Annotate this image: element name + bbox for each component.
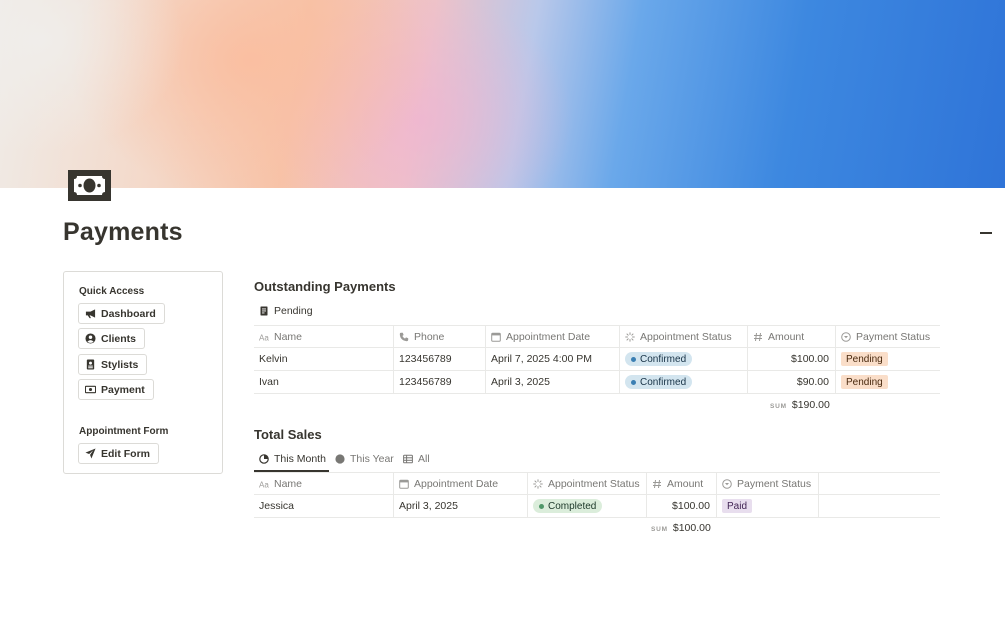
cell-payment-status[interactable]: Pending [835, 371, 940, 393]
dashboard-button[interactable]: Dashboard [78, 303, 165, 324]
megaphone-icon [85, 309, 96, 319]
clients-button[interactable]: Clients [78, 328, 146, 349]
table-row[interactable]: Jessica April 3, 2025 Completed $100.00 … [254, 495, 940, 518]
status-icon [533, 479, 543, 489]
status-badge: Confirmed [625, 375, 693, 389]
paper-plane-icon [85, 448, 96, 459]
cell-payment-status[interactable]: Pending [835, 348, 940, 370]
clients-label: Clients [101, 332, 137, 345]
tab-all[interactable]: All [403, 453, 430, 465]
tab-this-year[interactable]: This Year [335, 453, 394, 465]
money-bill-icon [85, 385, 96, 394]
cell-amount[interactable]: $100.00 [646, 495, 716, 517]
svg-text:Aa: Aa [259, 334, 269, 343]
column-header-amount[interactable]: Amount [646, 473, 716, 495]
quick-access-heading: Quick Access [79, 286, 145, 297]
minus-icon [980, 232, 992, 234]
user-circle-icon [85, 333, 96, 344]
calendar-icon [491, 332, 501, 342]
cell-name[interactable]: Kelvin [254, 348, 393, 370]
status-badge: Confirmed [625, 352, 693, 366]
table-header-row: Aa Name Phone Appointment Date Appointme… [254, 325, 940, 348]
edit-form-button[interactable]: Edit Form [78, 443, 159, 464]
status-icon [625, 332, 635, 342]
tab-all-label: All [418, 453, 430, 465]
dashboard-label: Dashboard [101, 307, 156, 320]
tab-pending[interactable]: Pending [259, 305, 313, 317]
stylists-label: Stylists [101, 358, 139, 371]
table-header-row: Aa Name Appointment Date Appointment Sta… [254, 472, 940, 495]
column-header-name[interactable]: Aa Name [254, 326, 393, 348]
cell-appointment-date[interactable]: April 3, 2025 [485, 371, 619, 393]
phone-icon [399, 332, 409, 342]
status-badge: Completed [533, 499, 603, 513]
column-header-appointment-status[interactable]: Appointment Status [527, 473, 646, 495]
pie-chart-icon [259, 454, 269, 464]
column-header-payment-status[interactable]: Payment Status [716, 473, 818, 495]
page-title: Payments [63, 218, 183, 246]
edit-form-label: Edit Form [101, 447, 150, 460]
payment-label: Payment [101, 383, 145, 396]
outstanding-payments-title: Outstanding Payments [254, 279, 396, 294]
column-header-appointment-date[interactable]: Appointment Date [393, 473, 527, 495]
cell-payment-status[interactable]: Paid [716, 495, 818, 517]
number-property-icon [754, 332, 762, 342]
appointment-form-heading: Appointment Form [79, 426, 169, 437]
text-property-icon: Aa [259, 334, 269, 343]
column-header-appointment-date[interactable]: Appointment Date [485, 326, 619, 348]
sum-label: SUM [651, 526, 668, 533]
quick-access-panel: Quick Access Dashboard Clients Stylists … [63, 271, 223, 474]
cell-amount[interactable]: $90.00 [747, 371, 835, 393]
number-property-icon [653, 479, 661, 489]
select-property-icon [841, 332, 851, 342]
sum-value: $190.00 [791, 399, 830, 411]
cell-name[interactable]: Ivan [254, 371, 393, 393]
payment-button[interactable]: Payment [78, 379, 154, 400]
svg-text:Aa: Aa [259, 481, 269, 490]
calendar-icon [399, 479, 409, 489]
id-badge-icon [86, 359, 95, 370]
sum-value: $100.00 [672, 522, 711, 534]
column-header-name[interactable]: Aa Name [254, 473, 393, 495]
column-header-amount[interactable]: Amount [747, 326, 835, 348]
cover-image [0, 0, 1005, 188]
column-header-empty [818, 473, 940, 495]
column-header-phone[interactable]: Phone [393, 326, 485, 348]
cell-appointment-status[interactable]: Confirmed [619, 371, 747, 393]
table-row[interactable]: Kelvin 123456789 April 7, 2025 4:00 PM C… [254, 348, 940, 371]
sum-label: SUM [770, 403, 787, 410]
outstanding-sum[interactable]: SUM $190.00 [770, 399, 830, 411]
payment-status-badge: Pending [841, 352, 888, 366]
payment-status-badge: Pending [841, 375, 888, 389]
cell-phone[interactable]: 123456789 [393, 348, 485, 370]
stylists-button[interactable]: Stylists [78, 354, 148, 375]
sales-sum[interactable]: SUM $100.00 [651, 522, 711, 534]
money-bill-icon[interactable] [68, 170, 111, 201]
cell-amount[interactable]: $100.00 [747, 348, 835, 370]
text-property-icon: Aa [259, 481, 269, 490]
column-header-appointment-status[interactable]: Appointment Status [619, 326, 747, 348]
circle-icon [335, 454, 345, 464]
cell-appointment-date[interactable]: April 7, 2025 4:00 PM [485, 348, 619, 370]
select-property-icon [722, 479, 732, 489]
cell-name[interactable]: Jessica [254, 495, 393, 517]
table-icon [403, 454, 413, 464]
total-sales-title: Total Sales [254, 427, 322, 442]
cell-appointment-status[interactable]: Confirmed [619, 348, 747, 370]
collapse-toggle-button[interactable] [980, 224, 992, 242]
cell-phone[interactable]: 123456789 [393, 371, 485, 393]
tab-this-month-label: This Month [274, 453, 326, 465]
tab-this-month[interactable]: This Month [259, 453, 326, 465]
cell-appointment-date[interactable]: April 3, 2025 [393, 495, 527, 517]
document-icon [260, 306, 268, 316]
tab-pending-label: Pending [274, 305, 313, 317]
column-header-payment-status[interactable]: Payment Status [835, 326, 940, 348]
payment-status-badge: Paid [722, 499, 753, 513]
tab-this-year-label: This Year [350, 453, 394, 465]
cell-appointment-status[interactable]: Completed [527, 495, 646, 517]
cell-empty [818, 495, 940, 517]
table-row[interactable]: Ivan 123456789 April 3, 2025 Confirmed $… [254, 371, 940, 394]
